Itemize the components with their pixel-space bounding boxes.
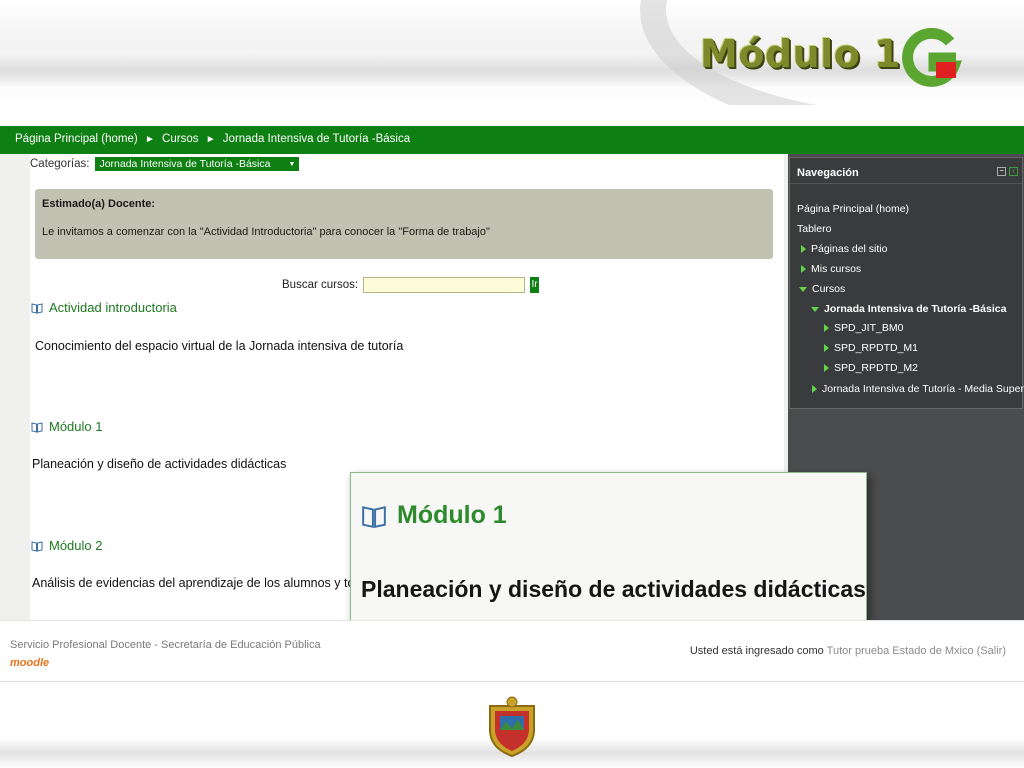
breadcrumb-home[interactable]: Página Principal (home)	[15, 133, 138, 145]
nav-item-label: Páginas del sitio	[811, 243, 888, 255]
nav-item-courses[interactable]: Cursos	[799, 283, 845, 295]
nav-item-my-courses[interactable]: Mis cursos	[801, 263, 861, 275]
section-link-modulo-1[interactable]: Módulo 1	[31, 419, 102, 434]
course-search: Buscar cursos: Ir	[282, 277, 540, 293]
notice-title: Estimado(a) Docente:	[42, 198, 156, 210]
footer: Servicio Profesional Docente - Secretarí…	[0, 620, 1024, 682]
nav-item-spd-jit-bm0[interactable]: SPD_JIT_BM0	[824, 322, 903, 334]
search-go-button[interactable]: Ir	[530, 277, 540, 293]
nav-item-label: SPD_RPDTD_M2	[834, 362, 919, 374]
nav-item-label: Jornada Intensiva de Tutoría -Básica	[824, 303, 1007, 315]
expand-arrow-icon	[824, 324, 829, 332]
category-select[interactable]: Jornada Intensiva de Tutoría -Básica ▼	[95, 157, 300, 171]
footer-org: Servicio Profesional Docente - Secretarí…	[10, 639, 321, 651]
breadcrumb-courses[interactable]: Cursos	[162, 133, 198, 145]
expand-arrow-icon	[812, 385, 817, 393]
section-description: Análisis de evidencias del aprendizaje d…	[32, 576, 400, 590]
nav-item-label: Mis cursos	[811, 263, 862, 275]
collapse-arrow-icon	[811, 306, 819, 312]
user-link[interactable]: Tutor prueba Estado de Mxico	[827, 645, 974, 657]
chevron-down-icon: ▼	[288, 160, 296, 168]
callout-description: Planeación y diseño de actividades didác…	[361, 576, 866, 602]
nav-item-dashboard[interactable]: Tablero	[797, 223, 831, 235]
nav-item-media-superior[interactable]: Jornada Intensiva de Tutoría - Media Sup…	[812, 383, 1024, 395]
section-link-modulo-2[interactable]: Módulo 2	[31, 538, 102, 553]
logout-link[interactable]: (Salir)	[977, 645, 1006, 657]
collapse-arrow-icon	[799, 286, 807, 292]
notice-text: Le invitamos a comenzar con la "Activida…	[42, 226, 490, 238]
navigation-header: Navegación − ‹	[790, 158, 1022, 184]
notice-box: Estimado(a) Docente: Le invitamos a come…	[35, 189, 773, 259]
nav-item-home[interactable]: Página Principal (home)	[797, 203, 909, 215]
section-description: Planeación y diseño de actividades didác…	[32, 457, 287, 471]
breadcrumb-separator: ►	[205, 134, 216, 145]
callout-title: Módulo 1	[361, 501, 507, 530]
section-title: Módulo 2	[49, 538, 103, 553]
g-logo-icon	[902, 28, 962, 87]
slide-title: Módulo 1	[700, 32, 901, 76]
breadcrumb: Página Principal (home) ► Cursos ► Jorna…	[0, 126, 1024, 154]
expand-arrow-icon	[801, 245, 806, 253]
section-title: Actividad introductoria	[49, 300, 177, 315]
moodle-logo[interactable]: moodle	[10, 657, 49, 669]
nav-item-label: SPD_RPDTD_M1	[834, 342, 919, 354]
nav-item-label: Tablero	[797, 223, 832, 235]
nav-item-site-pages[interactable]: Páginas del sitio	[801, 243, 887, 255]
breadcrumb-current-course[interactable]: Jornada Intensiva de Tutoría -Básica	[223, 133, 410, 145]
book-icon	[31, 302, 43, 314]
login-info: Usted está ingresado como Tutor prueba E…	[690, 645, 1006, 657]
callout-title-text: Módulo 1	[397, 501, 507, 529]
nav-item-spd-rpdtd-m1[interactable]: SPD_RPDTD_M1	[824, 342, 918, 354]
nav-item-label: Jornada Intensiva de Tutoría - Media Sup…	[822, 383, 1024, 395]
nav-item-label: Página Principal (home)	[797, 203, 910, 215]
state-seal-icon	[489, 696, 535, 758]
login-prefix: Usted está ingresado como	[689, 645, 824, 657]
section-link-intro[interactable]: Actividad introductoria	[31, 300, 177, 315]
search-label: Buscar cursos:	[282, 279, 359, 291]
expand-arrow-icon	[824, 364, 829, 372]
slide-header: Módulo 1	[0, 0, 1024, 105]
collapse-icon[interactable]: −	[997, 167, 1006, 176]
categories-label: Categorías:	[30, 158, 90, 170]
book-icon	[362, 505, 386, 528]
expand-arrow-icon	[824, 344, 829, 352]
navigation-controls: − ‹	[997, 167, 1018, 176]
nav-item-label: SPD_JIT_BM0	[834, 322, 904, 334]
book-icon	[31, 421, 43, 433]
section-title: Módulo 1	[49, 419, 103, 434]
breadcrumb-separator: ►	[144, 134, 155, 145]
expand-arrow-icon	[801, 265, 806, 273]
nav-item-label: Cursos	[812, 283, 846, 295]
nav-item-spd-rpdtd-m2[interactable]: SPD_RPDTD_M2	[824, 362, 918, 374]
navigation-title: Navegación	[797, 167, 859, 179]
search-input[interactable]	[363, 277, 526, 293]
zoom-callout: Módulo 1 Planeación y diseño de activida…	[350, 472, 867, 626]
book-icon	[31, 540, 43, 552]
dock-icon[interactable]: ‹	[1009, 167, 1018, 176]
category-selected-value: Jornada Intensiva de Tutoría -Básica	[99, 158, 271, 170]
categories-row: Categorías: Jornada Intensiva de Tutoría…	[30, 157, 300, 171]
section-description: Conocimiento del espacio virtual de la J…	[35, 339, 404, 353]
nav-item-course-basica[interactable]: Jornada Intensiva de Tutoría -Básica	[811, 303, 1006, 315]
